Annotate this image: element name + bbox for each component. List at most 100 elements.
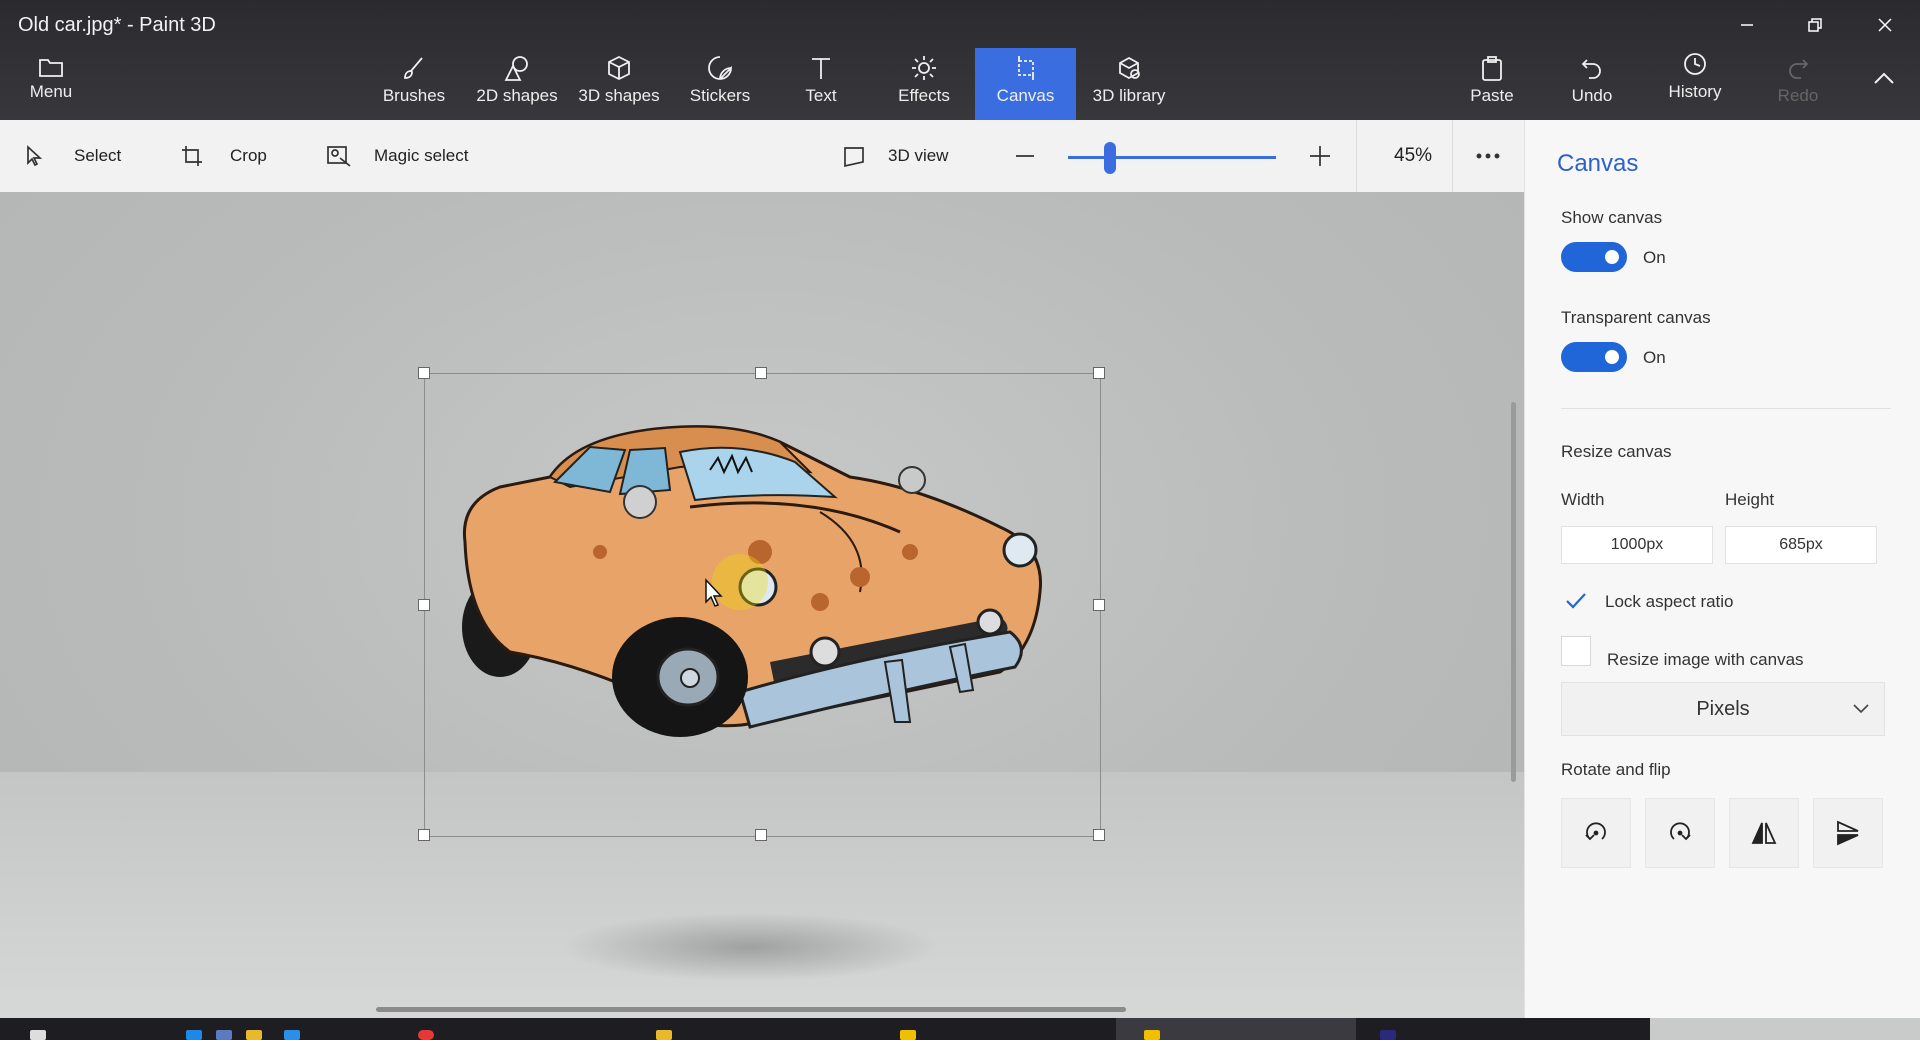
menu-label: Menu bbox=[29, 82, 73, 101]
start-icon[interactable] bbox=[30, 1030, 46, 1040]
zoom-out-button[interactable] bbox=[1014, 120, 1036, 192]
transparent-canvas-state: On bbox=[1643, 348, 1666, 367]
menu-button[interactable]: Menu bbox=[18, 52, 84, 124]
taskbar-app-icon[interactable] bbox=[418, 1030, 434, 1040]
resize-handle-bottom[interactable] bbox=[755, 829, 767, 841]
history-button[interactable]: History bbox=[1660, 48, 1730, 120]
tool-options-bar: Select Crop Magic select 3D view 45% bbox=[0, 120, 1524, 193]
crop-icon bbox=[182, 146, 202, 166]
restore-button[interactable] bbox=[1792, 8, 1838, 42]
tab-brushes[interactable]: Brushes bbox=[378, 48, 450, 120]
zoom-slider-track[interactable] bbox=[1068, 156, 1276, 159]
height-field[interactable]: 685px bbox=[1725, 526, 1877, 564]
flip-horizontal-button[interactable] bbox=[1729, 798, 1799, 868]
lock-aspect-checkbox[interactable] bbox=[1561, 586, 1591, 616]
3d-view-button[interactable]: 3D view bbox=[842, 120, 948, 192]
zoom-slider-thumb[interactable] bbox=[1103, 142, 1116, 174]
brush-icon bbox=[400, 48, 428, 82]
magic-select-button[interactable]: Magic select bbox=[326, 120, 468, 192]
chevron-up-icon bbox=[1874, 72, 1894, 84]
more-icon bbox=[1476, 153, 1500, 159]
tab-2d-shapes[interactable]: 2D shapes bbox=[472, 48, 562, 120]
restore-icon bbox=[1808, 18, 1822, 32]
resize-handle-top-left[interactable] bbox=[418, 367, 430, 379]
units-value: Pixels bbox=[1696, 697, 1750, 720]
paste-button[interactable]: Paste bbox=[1462, 48, 1522, 120]
folder-icon bbox=[38, 52, 64, 78]
crop-button[interactable]: Crop bbox=[180, 120, 267, 192]
tab-canvas[interactable]: Canvas bbox=[975, 48, 1076, 120]
taskbar-app-icon[interactable] bbox=[186, 1030, 202, 1040]
sun-icon bbox=[910, 48, 938, 82]
resize-handle-bottom-right[interactable] bbox=[1093, 829, 1105, 841]
minimize-button[interactable] bbox=[1724, 8, 1770, 42]
canvas-panel: Canvas Show canvas On Transparent canvas… bbox=[1524, 120, 1920, 1018]
select-button[interactable]: Select bbox=[24, 120, 121, 192]
tab-label: Canvas bbox=[996, 86, 1055, 105]
undo-button[interactable]: Undo bbox=[1564, 48, 1620, 120]
paste-label: Paste bbox=[1470, 86, 1514, 105]
taskbar-app-icon[interactable] bbox=[216, 1030, 232, 1040]
3d-library-icon bbox=[1115, 48, 1143, 82]
select-label: Select bbox=[74, 146, 122, 165]
minimize-icon bbox=[1741, 24, 1753, 26]
minus-icon bbox=[1016, 155, 1034, 157]
tab-3d-shapes[interactable]: 3D shapes bbox=[574, 48, 664, 120]
tab-3d-library[interactable]: 3D library bbox=[1086, 48, 1172, 120]
rotate-right-icon bbox=[1670, 822, 1691, 841]
canvas-workspace[interactable] bbox=[0, 192, 1524, 1018]
tab-label: Text bbox=[805, 86, 837, 105]
rotate-right-button[interactable] bbox=[1645, 798, 1715, 868]
checkmark-icon bbox=[1566, 593, 1586, 609]
resize-handle-right[interactable] bbox=[1093, 599, 1105, 611]
undo-icon bbox=[1579, 48, 1605, 82]
tab-text[interactable]: Text bbox=[786, 48, 856, 120]
title-bar: Old car.jpg* - Paint 3D Menu Brushes 2D … bbox=[0, 0, 1920, 120]
tab-stickers[interactable]: Stickers bbox=[680, 48, 760, 120]
taskbar-app-icon[interactable] bbox=[1144, 1030, 1160, 1040]
transparent-canvas-toggle[interactable] bbox=[1561, 342, 1627, 372]
magic-select-icon bbox=[327, 146, 351, 167]
sticker-icon bbox=[706, 48, 734, 82]
rotate-flip-heading: Rotate and flip bbox=[1561, 760, 1671, 779]
zoom-level[interactable]: 45% bbox=[1394, 120, 1432, 192]
flip-vertical-button[interactable] bbox=[1813, 798, 1883, 868]
more-options-button[interactable] bbox=[1476, 120, 1500, 192]
resize-canvas-heading: Resize canvas bbox=[1561, 442, 1672, 461]
tab-effects[interactable]: Effects bbox=[884, 48, 964, 120]
window-title: Old car.jpg* - Paint 3D bbox=[18, 14, 216, 36]
crop-label: Crop bbox=[230, 146, 267, 165]
redo-icon bbox=[1785, 48, 1811, 82]
width-field[interactable]: 1000px bbox=[1561, 526, 1713, 564]
close-button[interactable] bbox=[1862, 8, 1908, 42]
redo-label: Redo bbox=[1777, 86, 1819, 105]
taskbar-app-icon[interactable] bbox=[1380, 1030, 1396, 1040]
divider bbox=[1561, 408, 1891, 409]
folder-app-icon[interactable] bbox=[246, 1030, 262, 1040]
taskbar-app-icon[interactable] bbox=[656, 1030, 672, 1040]
show-canvas-toggle[interactable] bbox=[1561, 242, 1627, 272]
resize-handle-bottom-left[interactable] bbox=[418, 829, 430, 841]
resize-handle-top[interactable] bbox=[755, 367, 767, 379]
old-car-image[interactable] bbox=[440, 392, 1090, 812]
rotate-left-button[interactable] bbox=[1561, 798, 1631, 868]
text-icon bbox=[808, 48, 834, 82]
taskbar-app-icon[interactable] bbox=[900, 1030, 916, 1040]
resize-handle-left[interactable] bbox=[418, 599, 430, 611]
horizontal-scrollbar[interactable] bbox=[376, 1007, 1126, 1012]
zoom-in-button[interactable] bbox=[1308, 120, 1332, 192]
redo-button[interactable]: Redo bbox=[1770, 48, 1826, 120]
undo-label: Undo bbox=[1571, 86, 1613, 105]
resize-image-checkbox[interactable] bbox=[1561, 636, 1591, 666]
width-label: Width bbox=[1561, 490, 1605, 509]
chevron-down-icon bbox=[1853, 704, 1869, 714]
taskbar-app-icon[interactable] bbox=[284, 1030, 300, 1040]
vertical-scrollbar[interactable] bbox=[1511, 402, 1516, 782]
transparent-canvas-label: Transparent canvas bbox=[1561, 308, 1711, 327]
3d-view-label: 3D view bbox=[888, 146, 949, 165]
panel-title: Canvas bbox=[1557, 150, 1639, 177]
divider bbox=[1356, 120, 1357, 192]
resize-handle-top-right[interactable] bbox=[1093, 367, 1105, 379]
show-canvas-label: Show canvas bbox=[1561, 208, 1663, 227]
units-dropdown[interactable]: Pixels bbox=[1561, 682, 1885, 736]
